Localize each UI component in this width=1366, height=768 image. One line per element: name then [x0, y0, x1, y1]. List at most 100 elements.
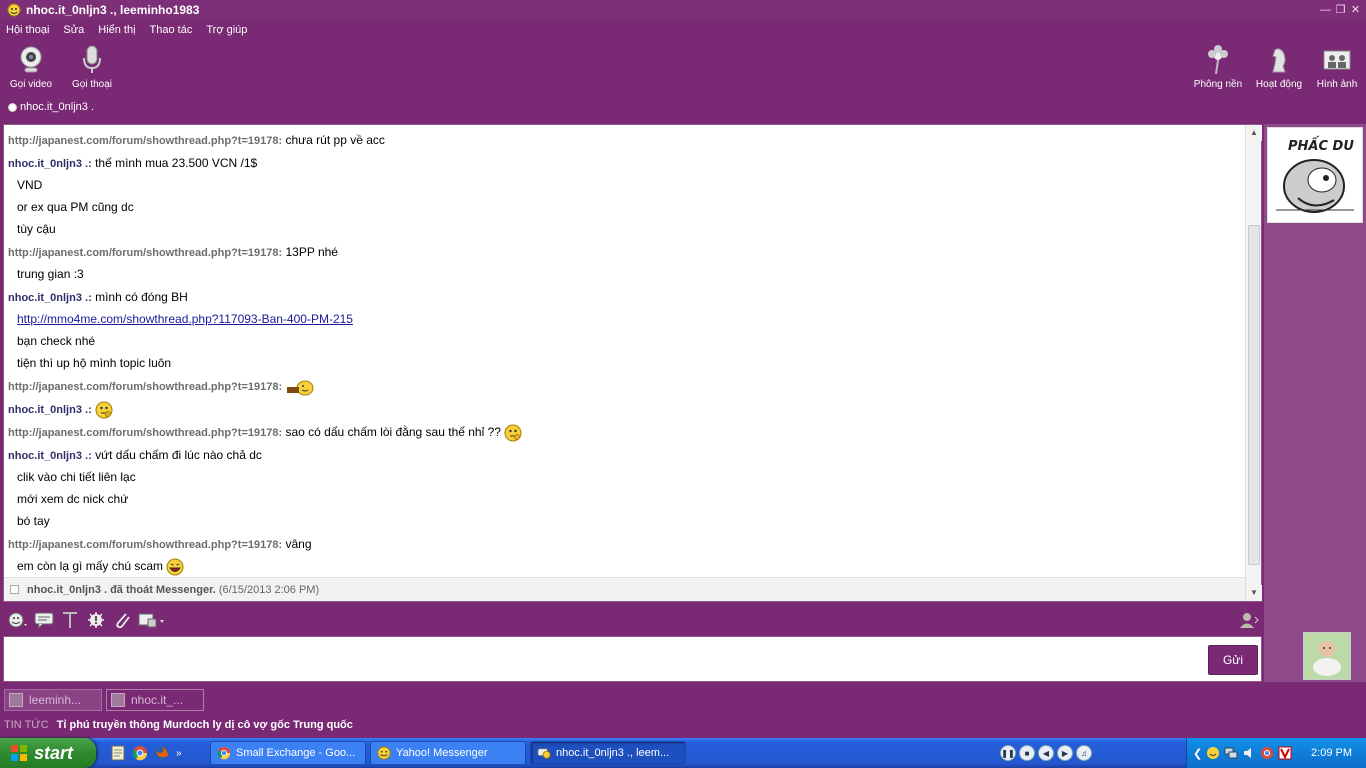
person-icon	[1240, 613, 1259, 628]
task-label: Small Exchange - Goo...	[236, 747, 356, 759]
message-sender[interactable]: http://japanest.com/forum/showthread.php…	[8, 135, 282, 147]
minimize-button[interactable]: —	[1319, 4, 1332, 17]
menu-view[interactable]: Hiển thị	[98, 24, 135, 36]
volume-icon[interactable]	[1242, 746, 1256, 760]
message-list: http://japanest.com/forum/showthread.php…	[4, 125, 1246, 601]
window-title: nhoc.it_0nljn3 ., leeminho1983	[26, 3, 200, 17]
restore-button[interactable]: ❐	[1334, 4, 1347, 17]
message-text: vứt dấu chấm đi lúc nào chả dc	[95, 448, 262, 462]
chrome-icon	[217, 746, 231, 760]
contact-bar[interactable]: nhoc.it_0nljn3 .	[0, 98, 1366, 116]
status-notice: nhoc.it_0nljn3 . đã thoát Messenger. (6/…	[4, 577, 1246, 601]
thinking-emoticon	[504, 424, 522, 442]
quick-launch-overflow-icon[interactable]: »	[176, 748, 182, 759]
activities-button[interactable]: Hoạt động	[1249, 44, 1309, 90]
my-avatar[interactable]	[1303, 632, 1351, 680]
message-sender[interactable]: http://japanest.com/forum/showthread.php…	[8, 539, 282, 551]
message-text: vâng	[285, 537, 312, 551]
message-sender[interactable]: http://japanest.com/forum/showthread.php…	[8, 247, 282, 259]
smiley-icon	[8, 612, 27, 628]
media-stop-icon[interactable]: ■	[1019, 745, 1035, 761]
contact-details-button[interactable]	[1238, 610, 1260, 630]
menu-bar: Hội thoại Sửa Hiển thị Thao tác Trợ giúp	[0, 20, 1366, 40]
message-text: trung gian :3	[17, 267, 84, 281]
messenger-app-icon	[7, 3, 21, 17]
media-volume-icon[interactable]: ♫	[1076, 745, 1092, 761]
text-format-button[interactable]	[59, 610, 81, 630]
firefox-icon[interactable]	[154, 745, 170, 761]
message-sender[interactable]: nhoc.it_0nljn3 .:	[8, 404, 92, 416]
video-call-button[interactable]: Gọi video	[1, 44, 61, 90]
insert-image-icon	[138, 613, 164, 628]
message-sender[interactable]: http://japanest.com/forum/showthread.php…	[8, 427, 282, 439]
thinking-emoticon	[95, 401, 113, 419]
chat-scrollbar[interactable]: ▲ ▼	[1245, 125, 1262, 601]
text-t-icon	[63, 612, 77, 628]
scroll-thumb[interactable]	[1248, 225, 1260, 565]
conversation-tab-label: nhoc.it_...	[131, 693, 184, 707]
message-row: http://japanest.com/forum/showthread.php…	[8, 375, 1242, 398]
backgrounds-button[interactable]: Phông nền	[1188, 44, 1248, 90]
chat-history[interactable]: http://japanest.com/forum/showthread.php…	[3, 124, 1262, 602]
attach-file-button[interactable]	[111, 610, 133, 630]
message-sender[interactable]: nhoc.it_0nljn3 .:	[8, 450, 92, 462]
chrome-icon[interactable]	[132, 745, 148, 761]
menu-conversation[interactable]: Hội thoại	[6, 24, 49, 36]
message-sender[interactable]: nhoc.it_0nljn3 .:	[8, 158, 92, 170]
notepad-icon[interactable]	[110, 745, 126, 761]
windows-taskbar: start » Small Exchange - Goo... Yahoo! M…	[0, 738, 1366, 768]
chrome-tray-icon[interactable]	[1260, 746, 1274, 760]
news-headline[interactable]: Tỉ phú truyền thông Murdoch ly dị cô vợ …	[57, 719, 353, 731]
message-sender[interactable]: nhoc.it_0nljn3 .:	[8, 292, 92, 304]
antivirus-icon[interactable]	[1278, 746, 1292, 760]
clock[interactable]: 2:09 PM	[1311, 747, 1352, 759]
send-button[interactable]: Gửi	[1208, 645, 1258, 675]
media-previous-icon[interactable]: ◀	[1038, 745, 1054, 761]
format-toolbar	[3, 607, 1262, 633]
voice-call-button[interactable]: Gọi thoại	[62, 44, 122, 90]
share-photos-button[interactable]	[137, 610, 167, 630]
message-sender[interactable]: http://japanest.com/forum/showthread.php…	[8, 381, 282, 393]
message-link[interactable]: http://mmo4me.com/showthread.php?117093-…	[17, 312, 353, 326]
taskbar-task[interactable]: Small Exchange - Goo...	[210, 741, 366, 765]
title-bar: nhoc.it_0nljn3 ., leeminho1983 — ❐ ✕	[0, 0, 1366, 20]
yahoo-tray-icon[interactable]	[1206, 746, 1220, 760]
message-continuation: http://mmo4me.com/showthread.php?117093-…	[8, 309, 1242, 331]
start-button[interactable]: start	[0, 738, 96, 768]
scroll-down-arrow-icon[interactable]: ▼	[1246, 585, 1262, 601]
message-text: VND	[17, 178, 43, 192]
task-label: Yahoo! Messenger	[396, 747, 488, 759]
message-continuation: tùy cậu	[8, 219, 1242, 241]
message-continuation: VND	[8, 175, 1242, 197]
message-text: sao có dấu chấm lòi đằng sau thế nhỉ ??	[285, 425, 501, 439]
taskbar-task-active[interactable]: nhoc.it_0nljn3 ., leem...	[530, 741, 686, 765]
doraemon-sketch-image: PHẤC DU	[1268, 128, 1362, 222]
close-button[interactable]: ✕	[1349, 4, 1362, 17]
video-call-label: Gọi video	[9, 79, 53, 90]
emoticon-picker-button[interactable]	[7, 610, 29, 630]
scroll-up-arrow-icon[interactable]: ▲	[1246, 125, 1262, 141]
message-text: em còn lạ gì mấy chú scam	[17, 559, 164, 573]
buzz-icon	[88, 612, 104, 628]
message-row: nhoc.it_0nljn3 .: vứt dấu chấm đi lúc nà…	[8, 444, 1242, 467]
menu-edit[interactable]: Sửa	[63, 24, 84, 36]
message-continuation: bạn check nhé	[8, 331, 1242, 353]
message-input[interactable]	[4, 637, 1199, 681]
contact-avatar[interactable]: PHẤC DU	[1267, 127, 1363, 223]
menu-help[interactable]: Trợ giúp	[206, 24, 247, 36]
buzz-button[interactable]	[85, 610, 107, 630]
news-ticker: TIN TỨC Tỉ phú truyền thông Murdoch ly d…	[0, 714, 1366, 736]
tray-expand-icon[interactable]: ❮	[1193, 747, 1202, 760]
message-row: http://japanest.com/forum/showthread.php…	[8, 421, 1242, 444]
menu-actions[interactable]: Thao tác	[150, 24, 193, 36]
audibles-button[interactable]	[33, 610, 55, 630]
taskbar-task[interactable]: Yahoo! Messenger	[370, 741, 526, 765]
conversation-tab[interactable]: leeminh...	[4, 689, 102, 711]
media-pause-icon[interactable]: ❚❚	[1000, 745, 1016, 761]
message-text: bạn check nhé	[17, 334, 96, 348]
laughing-emoticon	[166, 558, 184, 576]
conversation-tab-active[interactable]: nhoc.it_...	[106, 689, 204, 711]
media-next-icon[interactable]: ▶	[1057, 745, 1073, 761]
network-icon[interactable]	[1224, 746, 1238, 760]
photos-button[interactable]: Hình ảnh	[1307, 44, 1366, 90]
